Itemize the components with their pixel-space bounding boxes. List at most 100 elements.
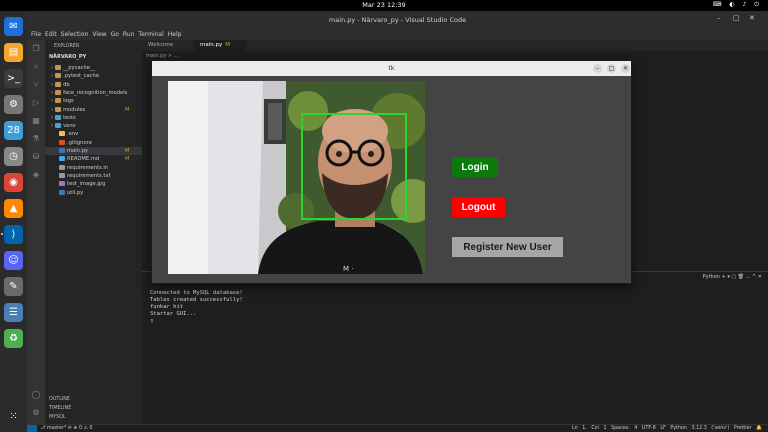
tree-folder[interactable]: › tests: [45, 114, 142, 122]
remote-indicator-icon[interactable]: [27, 425, 37, 432]
file-icon: [59, 148, 65, 153]
database-icon[interactable]: ⛁: [31, 152, 41, 162]
status-left[interactable]: ⎇ master* ⟳ ⊗ 0 ⚠ 0: [40, 426, 92, 431]
explorer-icon[interactable]: ❐: [31, 44, 41, 54]
source-control-icon[interactable]: ⑂: [31, 80, 41, 90]
folder-icon: [55, 73, 62, 79]
minimize-icon[interactable]: –: [717, 14, 721, 22]
section-timeline[interactable]: TIMELINE: [49, 406, 71, 411]
status-right[interactable]: Ln 1, Col 1 Spaces: 4 UTF-8 LF Python 3.…: [572, 426, 762, 431]
terminal-line: Tables created successfully!: [150, 297, 243, 303]
show-apps-icon[interactable]: ⁙: [4, 407, 23, 426]
chevron-right-icon: ›: [51, 114, 54, 121]
section-outline[interactable]: OUTLINE: [49, 397, 70, 402]
terminal-output[interactable]: Connected to MySQL database! Tables creat…: [150, 290, 762, 325]
tree-item-label: logs: [63, 98, 74, 105]
chevron-right-icon: ›: [51, 98, 54, 105]
chevron-right-icon: ›: [51, 123, 54, 130]
run-debug-icon[interactable]: ▷: [31, 98, 41, 108]
vlc-icon[interactable]: ▲: [4, 199, 23, 218]
discord-icon[interactable]: ☺: [4, 251, 23, 270]
menu-terminal[interactable]: Terminal: [138, 31, 163, 38]
tree-item-label: tests: [63, 114, 76, 121]
tree-folder[interactable]: › face_recognition_models: [45, 89, 142, 97]
thunderbird-icon[interactable]: ✉: [4, 17, 23, 36]
menu-file[interactable]: File: [31, 31, 41, 38]
files-icon[interactable]: ▤: [4, 43, 23, 62]
tree-file[interactable]: test_image.jpg: [45, 180, 142, 188]
extensions-icon[interactable]: ▦: [31, 116, 41, 126]
system-tray[interactable]: ⌨ ◐ ♪ ⏻: [713, 1, 762, 9]
menu-help[interactable]: Help: [168, 31, 182, 38]
tree-file[interactable]: requirements.in: [45, 164, 142, 172]
terminal-icon[interactable]: >_: [4, 69, 23, 88]
tk-close-icon[interactable]: ✕: [621, 64, 630, 73]
tree-folder[interactable]: › .pytest_cache: [45, 72, 142, 80]
tree-file[interactable]: .env: [45, 130, 142, 138]
tk-window: tk – □ ✕ M · Login Logout Register New U…: [151, 60, 632, 284]
menu-view[interactable]: View: [92, 31, 106, 38]
tree-folder[interactable]: › __pycache__: [45, 64, 142, 72]
chrome-icon[interactable]: ◉: [4, 173, 23, 192]
account-icon[interactable]: ◯: [31, 390, 41, 400]
menu-go[interactable]: Go: [111, 31, 119, 38]
face-detection-box: [301, 113, 407, 220]
desktop: Mar 23 12:39 ⌨ ◐ ♪ ⏻ ✉ ▤ >_ ⚙ 28 ◷ ◉ ▲ ⟩ ☺ ✎ ☰ ♻ ⁙ ma…: [0, 0, 768, 432]
tree-folder[interactable]: › modules M: [45, 106, 142, 114]
tree-file[interactable]: requirements.txt: [45, 172, 142, 180]
layers-icon[interactable]: ◈: [31, 170, 41, 180]
tree-file[interactable]: .gitignore: [45, 139, 142, 147]
tree-item-label: modules: [63, 106, 86, 113]
activity-bar: ❐ ⌕ ⑂ ▷ ▦ ⚗ ⛁ ◈ ◯ ⚙: [27, 40, 45, 424]
tk-title-bar[interactable]: tk – □ ✕: [152, 61, 631, 76]
tree-item-label: requirements.txt: [67, 172, 111, 179]
section-mysql[interactable]: MYSQL: [49, 415, 66, 420]
tree-item-label: face_recognition_models: [63, 89, 128, 96]
tab-label: Welcome: [148, 42, 174, 48]
vscode-title-bar: main.py - Närvaro_py - Visual Studio Cod…: [27, 11, 768, 29]
clock-icon[interactable]: ◷: [4, 147, 23, 166]
tab-welcome[interactable]: Welcome: [142, 40, 194, 51]
tree-folder[interactable]: › venv: [45, 122, 142, 130]
login-button[interactable]: Login: [452, 157, 498, 177]
logout-button[interactable]: Logout: [452, 197, 505, 217]
maximize-icon[interactable]: □: [733, 14, 740, 22]
file-icon: [59, 189, 65, 195]
menu-run[interactable]: Run: [123, 31, 135, 38]
menu-selection[interactable]: Selection: [61, 31, 89, 38]
explorer-sidebar: EXPLORER NÄRVARO_PY › __pycache__ › .pytest…: [45, 40, 142, 424]
testing-icon[interactable]: ⚗: [31, 134, 41, 144]
register-new-user-button[interactable]: Register New User: [452, 237, 563, 257]
whitelist-icon[interactable]: ☰: [4, 303, 23, 322]
folder-icon: [55, 81, 62, 87]
tk-title: tk: [388, 64, 395, 72]
modified-badge: M: [125, 106, 130, 113]
panel-toolbar[interactable]: Python + ▾ ▢ 🗑 ... ^ ✕: [703, 274, 762, 280]
tree-item-label: venv: [63, 123, 76, 130]
modified-badge: M: [125, 148, 130, 154]
tree-item-label: requirements.in: [67, 164, 109, 171]
tree-item-label: __pycache__: [63, 65, 96, 71]
tree-file[interactable]: util.py: [45, 189, 142, 197]
calendar-icon[interactable]: 28: [4, 121, 23, 140]
tree-item-label: util.py: [67, 189, 84, 196]
folder-icon: [55, 98, 62, 104]
breadcrumb[interactable]: main.py > ...: [146, 53, 178, 59]
trash-icon[interactable]: ♻: [4, 329, 23, 348]
search-icon[interactable]: ⌕: [31, 62, 41, 72]
settings-icon[interactable]: ⚙: [4, 95, 23, 114]
tree-folder[interactable]: › logs: [45, 97, 142, 105]
gimp-icon[interactable]: ✎: [4, 277, 23, 296]
project-root[interactable]: NÄRVARO_PY: [49, 54, 86, 60]
tree-folder[interactable]: › db: [45, 81, 142, 89]
manage-gear-icon[interactable]: ⚙: [31, 408, 41, 418]
vscode-icon[interactable]: ⟩: [4, 225, 23, 244]
clock[interactable]: Mar 23 12:39: [362, 1, 405, 9]
tk-maximize-icon[interactable]: □: [607, 64, 616, 73]
tk-minimize-icon[interactable]: –: [593, 64, 602, 73]
close-icon[interactable]: ✕: [749, 14, 755, 22]
menu-edit[interactable]: Edit: [45, 31, 57, 38]
tree-file[interactable]: README.md M: [45, 155, 142, 163]
tree-file[interactable]: main.py M: [45, 147, 142, 155]
tab-main-py[interactable]: main.py M: [194, 40, 246, 51]
